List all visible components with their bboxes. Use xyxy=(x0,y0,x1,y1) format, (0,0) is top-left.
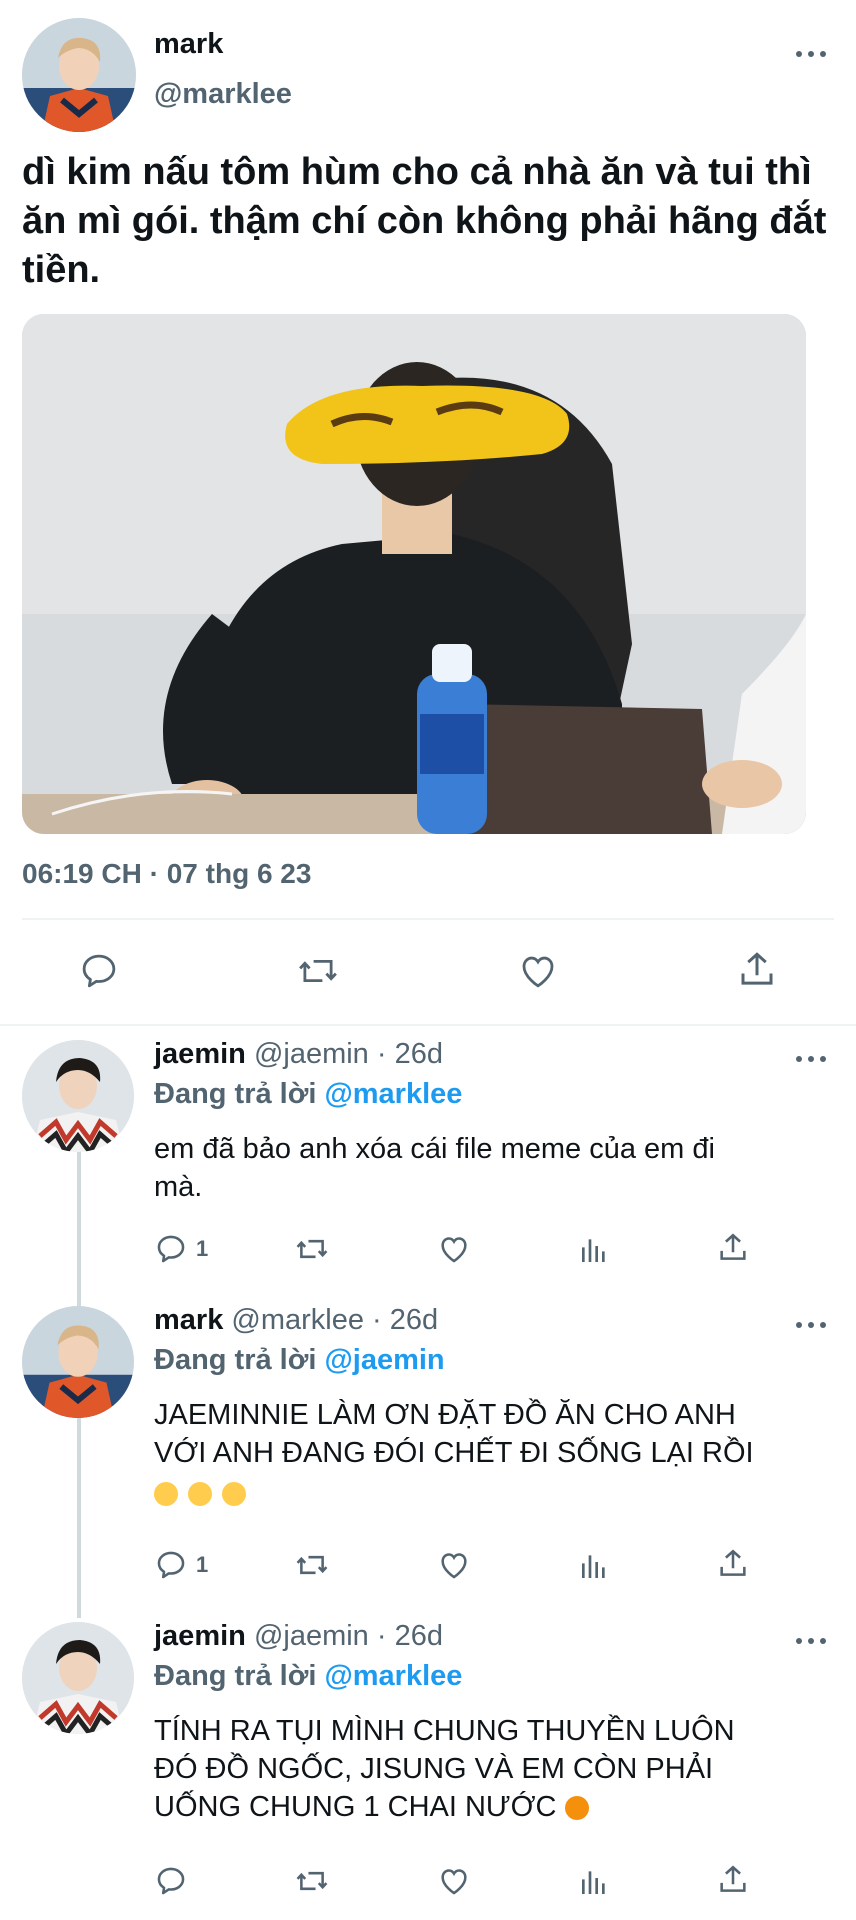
reply-text-line: ĐÓ ĐỒ NGỐC, JISUNG VÀ EM CÒN PHẢI xyxy=(154,1753,714,1785)
views-icon[interactable] xyxy=(578,1550,610,1582)
reply-count: 1 xyxy=(196,1552,209,1577)
reply-text: JAEMINNIE LÀM ƠN ĐẶT ĐỒ ĂN CHO ANH VỚI A… xyxy=(154,1396,844,1472)
tweet-text: dì kim nấu tôm hùm cho cả nhà ăn và tui … xyxy=(22,151,827,291)
heart-icon[interactable] xyxy=(436,1864,472,1898)
avatar-jaemin[interactable] xyxy=(22,1040,134,1152)
reply-text: em đã bảo anh xóa cái file meme của em đ… xyxy=(154,1130,834,1206)
reply-author-name[interactable]: jaemin xyxy=(154,1620,246,1652)
replying-to-mention[interactable]: @marklee xyxy=(324,1660,462,1692)
more-icon[interactable] xyxy=(796,1636,826,1646)
reply-text-line: UỐNG CHUNG 1 CHAI NƯỚC xyxy=(154,1791,557,1823)
reply-text-line: VỚI ANH ĐANG ĐÓI CHẾT ĐI SỐNG LẠI RỒI xyxy=(154,1437,754,1469)
author-name[interactable]: mark xyxy=(154,28,223,61)
replying-to-mention[interactable]: @jaemin xyxy=(324,1344,444,1376)
heart-icon[interactable] xyxy=(436,1232,472,1266)
reply-text: TÍNH RA TỤI MÌNH CHUNG THUYỀN LUÔN ĐÓ ĐỒ… xyxy=(154,1712,844,1826)
angry-face-emoji xyxy=(564,1796,589,1821)
reply-icon[interactable] xyxy=(154,1232,188,1266)
thread-connector xyxy=(77,1418,81,1618)
thread-connector xyxy=(77,1152,81,1320)
reply-text-line: JAEMINNIE LÀM ƠN ĐẶT ĐỒ ĂN CHO ANH xyxy=(154,1399,736,1431)
replying-to-label: Đang trả lời xyxy=(154,1078,317,1110)
avatar-mark[interactable] xyxy=(22,1306,134,1418)
share-icon[interactable] xyxy=(736,948,778,992)
reply-author-name[interactable]: jaemin xyxy=(154,1038,246,1070)
reply-text-line: TÍNH RA TỤI MÌNH CHUNG THUYỀN LUÔN xyxy=(154,1715,735,1747)
more-icon[interactable] xyxy=(796,1054,826,1064)
reply-icon[interactable] xyxy=(154,1548,188,1582)
emoji-row xyxy=(154,1482,256,1514)
reply-icon[interactable] xyxy=(78,950,120,992)
share-icon[interactable] xyxy=(716,1230,750,1266)
retweet-icon[interactable] xyxy=(296,950,340,992)
author-handle[interactable]: @marklee xyxy=(154,78,292,111)
section-divider xyxy=(0,1024,856,1026)
reply-author-name[interactable]: mark xyxy=(154,1304,223,1336)
replying-to-label: Đang trả lời xyxy=(154,1660,317,1692)
reply-author-meta[interactable]: @marklee · 26d xyxy=(231,1304,438,1336)
weary-face-emoji xyxy=(222,1482,246,1506)
share-icon[interactable] xyxy=(716,1862,750,1898)
more-icon[interactable] xyxy=(796,1320,826,1330)
retweet-icon[interactable] xyxy=(294,1548,330,1582)
views-icon[interactable] xyxy=(578,1866,610,1898)
weary-face-emoji xyxy=(188,1482,212,1506)
avatar-jaemin[interactable] xyxy=(22,1622,134,1734)
reply-text-line: em đã bảo anh xóa cái file meme của em đ… xyxy=(154,1133,715,1165)
retweet-icon[interactable] xyxy=(294,1232,330,1266)
views-icon[interactable] xyxy=(578,1234,610,1266)
replying-to-mention[interactable]: @marklee xyxy=(324,1078,462,1110)
reply-author-meta[interactable]: @jaemin · 26d xyxy=(254,1038,443,1070)
tweet-timestamp[interactable]: 06:19 CH · 07 thg 6 23 xyxy=(22,858,311,890)
share-icon[interactable] xyxy=(716,1546,750,1582)
retweet-icon[interactable] xyxy=(294,1864,330,1898)
avatar-mark[interactable] xyxy=(22,18,136,132)
more-icon[interactable] xyxy=(796,49,826,59)
replying-to-label: Đang trả lời xyxy=(154,1344,317,1376)
reply-icon[interactable] xyxy=(154,1864,188,1898)
reply-text-line: mà. xyxy=(154,1171,203,1203)
reply-author-meta[interactable]: @jaemin · 26d xyxy=(254,1620,443,1652)
timestamp-divider xyxy=(22,918,834,920)
weary-face-emoji xyxy=(154,1482,178,1506)
heart-icon[interactable] xyxy=(436,1548,472,1582)
tweet-photo[interactable] xyxy=(22,314,806,834)
heart-icon[interactable] xyxy=(516,950,560,992)
reply-count: 1 xyxy=(196,1236,209,1261)
